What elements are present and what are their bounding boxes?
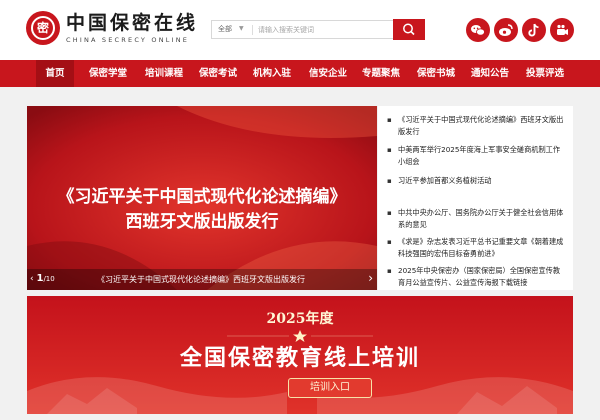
carousel-counter-total: /10 — [43, 275, 55, 283]
chevron-down-icon[interactable]: ▼ — [239, 25, 244, 32]
nav-item-voting[interactable]: 投票评选 — [521, 60, 569, 87]
bullet-icon: ▪ — [387, 267, 392, 275]
nav-item-bookstore[interactable]: 保密书城 — [412, 60, 460, 87]
bullet-icon: ▪ — [387, 238, 392, 246]
bullet-icon: ▪ — [387, 177, 392, 185]
nav-item-topics[interactable]: 专题聚焦 — [357, 60, 405, 87]
training-entry-button[interactable]: 培训入口 — [288, 378, 372, 398]
nav-item-notices[interactable]: 通知公告 — [466, 60, 514, 87]
kuaishou-icon[interactable] — [550, 18, 574, 42]
nav-item-courses[interactable]: 培训课程 — [140, 60, 188, 87]
douyin-icon[interactable] — [522, 18, 546, 42]
list-item[interactable]: ▪ 《求是》杂志发表习近平总书记重要文章《朝着建成科技强国的宏伟目标奋勇前进》 — [387, 236, 566, 260]
news-item-title: 中美两军举行2025年度海上军事安全磋商机制工作小组会 — [398, 145, 561, 166]
news-item-title: 《习近平关于中国式现代化论述摘编》西班牙文版出版发行 — [398, 115, 564, 136]
carousel-caption[interactable]: 《习近平关于中国式现代化论述摘编》西班牙文版出版发行 — [97, 274, 305, 285]
carousel-caption-bar: ‹ 1/10 《习近平关于中国式现代化论述摘编》西班牙文版出版发行 › — [27, 269, 377, 290]
nav-item-home[interactable]: 首页 — [36, 60, 74, 87]
search-scope-select[interactable]: 全部 — [218, 24, 232, 34]
news-item-title: 2025年中央保密办（国家保密局）全国保密宣传教育月公益宣传片、公益宣传海报下载… — [398, 266, 561, 287]
search-divider — [252, 25, 253, 35]
slide-title-line1: 《习近平关于中国式现代化论述摘编》 — [57, 187, 347, 207]
logo-title[interactable]: 中国保密在线 — [66, 12, 198, 34]
weibo-icon[interactable] — [494, 18, 518, 42]
list-item[interactable]: ▪ 中美两军举行2025年度海上军事安全磋商机制工作小组会 — [387, 144, 566, 168]
news-item-title: 《求是》杂志发表习近平总书记重要文章《朝着建成科技强国的宏伟目标奋勇前进》 — [398, 237, 564, 258]
site-header: 密 中国保密在线 CHINA SECRECY ONLINE 全部 ▼ — [0, 0, 600, 60]
nav-item-enterprises[interactable]: 信安企业 — [304, 60, 352, 87]
bullet-icon: ▪ — [387, 116, 392, 124]
search-button[interactable] — [393, 19, 425, 40]
search-icon — [403, 23, 415, 36]
slide-title-line2: 西班牙文版出版发行 — [125, 212, 279, 232]
news-carousel[interactable]: 《习近平关于中国式现代化论述摘编》 西班牙文版出版发行 ‹ 1/10 《习近平关… — [27, 106, 377, 290]
list-item[interactable]: ▪ 《习近平关于中国式现代化论述摘编》西班牙文版出版发行 — [387, 114, 566, 138]
logo-emblem[interactable]: 密 — [26, 11, 60, 45]
wechat-icon[interactable] — [466, 18, 490, 42]
nav-item-school[interactable]: 保密学堂 — [84, 60, 132, 87]
list-item[interactable]: ▪ 习近平参加首都义务植树活动 — [387, 175, 566, 187]
banner-year: 2025年度 — [266, 311, 334, 327]
nav-item-exam[interactable]: 保密考试 — [194, 60, 242, 87]
bullet-icon: ▪ — [387, 209, 392, 217]
nav-item-institutions[interactable]: 机构入驻 — [248, 60, 296, 87]
list-item[interactable]: ▪ 2025年中央保密办（国家保密局）全国保密宣传教育月公益宣传片、公益宣传海报下… — [387, 265, 566, 289]
main-nav: 首页 保密学堂 培训课程 保密考试 机构入驻 信安企业 专题聚焦 保密书城 通知… — [0, 60, 600, 87]
training-banner[interactable]: 2025年度 全国保密教育线上培训 培训入口 — [27, 296, 573, 414]
search-input[interactable] — [258, 23, 398, 37]
chevron-right-icon[interactable]: › — [368, 271, 373, 285]
list-item[interactable]: ▪ 中共中央办公厅、国务院办公厅关于健全社会信用体系的意见 — [387, 207, 566, 231]
logo-subtitle: CHINA SECRECY ONLINE — [66, 36, 190, 44]
news-item-title: 习近平参加首都义务植树活动 — [398, 176, 492, 185]
banner-title: 全国保密教育线上培训 — [179, 345, 420, 371]
news-list: ▪ 《习近平关于中国式现代化论述摘编》西班牙文版出版发行 ▪ 中美两军举行2025年… — [378, 106, 573, 290]
logo-mark: 密 — [31, 16, 55, 40]
carousel-counter: ‹ 1/10 — [30, 273, 55, 284]
news-item-title: 中共中央办公厅、国务院办公厅关于健全社会信用体系的意见 — [398, 208, 564, 229]
bullet-icon: ▪ — [387, 146, 392, 154]
